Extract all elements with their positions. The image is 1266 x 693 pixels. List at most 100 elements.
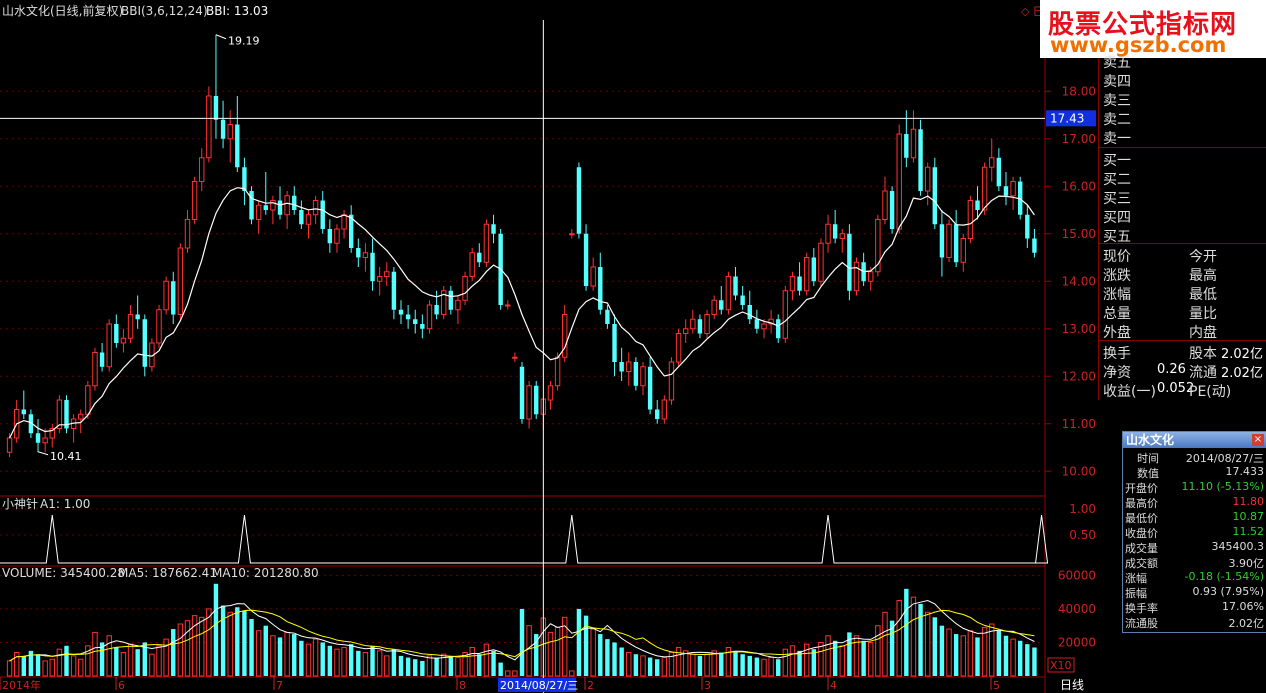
volume-bar: [719, 652, 724, 676]
volume-bar: [455, 657, 461, 677]
quote-left-1: 涨跌: [1103, 268, 1131, 284]
volume-bar: [334, 648, 340, 677]
volume-bar: [1032, 647, 1037, 676]
candle-body: [939, 224, 945, 258]
candle-body: [797, 276, 802, 291]
quote-right-2: 最低: [1189, 287, 1217, 303]
trough-marker: [37, 451, 49, 456]
candle-body: [569, 233, 575, 236]
ind-tick-label: 0.50: [1069, 528, 1096, 542]
volume-bar: [206, 608, 212, 677]
candle-body: [910, 128, 917, 159]
volume-bar: [1003, 635, 1009, 676]
candle-body: [740, 295, 745, 305]
candle-body: [114, 324, 119, 343]
candle-body: [789, 276, 796, 292]
volume-bar: [249, 618, 254, 676]
popup-row-value: 10.87: [1232, 510, 1265, 523]
volume-bar: [747, 655, 752, 676]
popup-row-value: 2014/08/27/三: [1185, 452, 1264, 465]
candle-body: [640, 366, 646, 387]
volume-ma10: MA10: 201280.80: [212, 566, 319, 580]
popup-row: 涨幅 -0.18 (-1.54%): [1123, 570, 1266, 586]
candle-body: [305, 214, 312, 225]
candle-body: [725, 276, 732, 311]
volume-bar: [305, 643, 312, 677]
candle-body: [156, 309, 162, 344]
candle-body: [825, 223, 831, 244]
data-popup[interactable]: 山水文化 × 时间 2014/08/27/三 数值 17.433 开盘价 11.10 (-…: [1122, 431, 1266, 633]
volume-bar: [875, 625, 881, 677]
price-tick-label: 14.00: [1062, 274, 1096, 288]
x-axis-label: 7: [276, 679, 283, 692]
candle-body: [682, 328, 689, 334]
candle-body: [953, 224, 959, 263]
volume-bar: [996, 630, 1002, 676]
volume-bar: [270, 635, 276, 677]
volume-bar: [626, 652, 632, 677]
volume-bar: [697, 655, 703, 676]
volume-bar: [127, 643, 134, 677]
candle-body: [78, 413, 84, 420]
sell-level-4: 卖四: [1103, 74, 1131, 90]
candle-body: [776, 319, 781, 339]
candle-body: [661, 399, 668, 420]
volume-bar: [199, 616, 205, 677]
volume-bar: [675, 646, 682, 677]
volume-bar: [398, 655, 404, 676]
volume-bar: [263, 625, 268, 676]
eps-label: 收益(一): [1103, 384, 1156, 400]
candle-body: [277, 200, 283, 215]
volume-bar: [861, 640, 866, 676]
volume-bar: [682, 650, 689, 677]
stock-chart[interactable]: 18.00 17.00 16.00 15.00 14.00 13.00 12.00 11.00…: [0, 0, 1266, 693]
candle-body: [405, 314, 411, 320]
indicator-a1: A1: 1.00: [40, 497, 90, 511]
x-axis-label: 6: [118, 679, 125, 692]
volume-bar: [284, 631, 290, 677]
candle-body: [370, 252, 375, 282]
candle-body: [612, 324, 617, 362]
candle-body: [42, 437, 48, 444]
popup-row-value: 0.93 (7.95%): [1192, 585, 1264, 598]
popup-row-value: 345400.3: [1211, 540, 1265, 553]
candle-body: [477, 252, 482, 263]
popup-row-value: 17.433: [1225, 465, 1265, 478]
price-tick-label: 12.00: [1062, 369, 1096, 383]
volume-bar: [946, 628, 952, 677]
sell-level-5: 卖五: [1103, 55, 1131, 71]
popup-row-key: 成交量: [1125, 542, 1158, 555]
sell-level-3: 卖三: [1103, 93, 1131, 109]
x-axis-label: 3: [704, 679, 711, 692]
period-label: 日线: [1060, 678, 1084, 692]
volume-bar: [512, 670, 518, 677]
popup-title[interactable]: 山水文化: [1123, 432, 1266, 448]
candle-body: [583, 233, 589, 286]
popup-row-key: 换手率: [1125, 602, 1158, 615]
buy-level-1: 买一: [1103, 153, 1131, 169]
divider: [1099, 340, 1266, 341]
candle-body: [534, 385, 539, 415]
volume-bar: [420, 660, 425, 676]
candle-body: [362, 252, 369, 258]
candle-body: [284, 195, 290, 216]
volume-bar: [733, 650, 738, 676]
float-value: 2.02亿: [1221, 366, 1263, 381]
candle-body: [312, 200, 319, 216]
volume-bar: [981, 626, 988, 677]
candle-body: [711, 299, 717, 315]
volume-bar: [92, 631, 98, 677]
volume-bar: [171, 629, 176, 676]
candle-body: [391, 271, 397, 310]
volume-bar: [576, 608, 582, 676]
candle-body: [932, 167, 938, 225]
volume-bar: [526, 625, 532, 677]
x-axis-label: 4: [830, 679, 837, 692]
volume-bar: [292, 634, 297, 676]
buy-level-3: 买三: [1103, 191, 1131, 207]
volume-bar: [255, 630, 262, 677]
candle-body: [163, 280, 169, 311]
popup-row-value: -0.18 (-1.54%): [1184, 570, 1264, 583]
volume-bar: [975, 637, 980, 676]
close-icon[interactable]: ×: [1252, 434, 1264, 446]
